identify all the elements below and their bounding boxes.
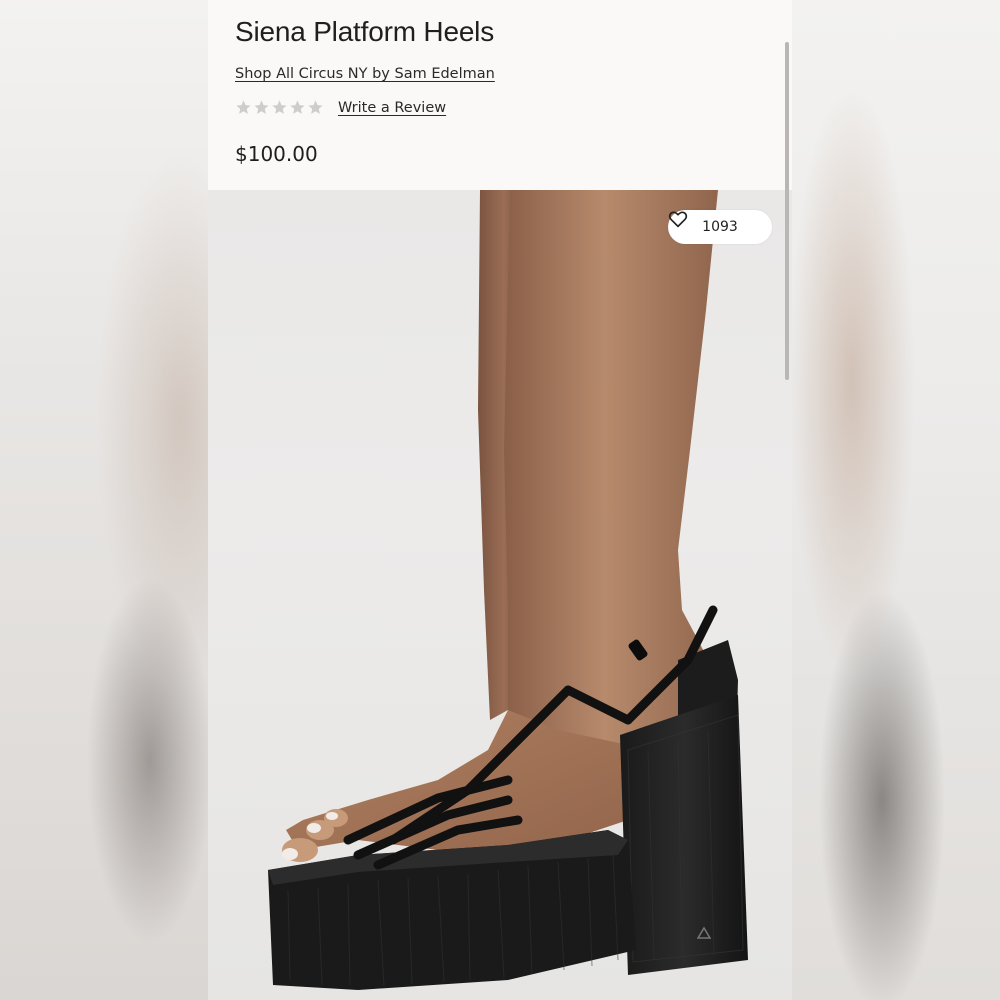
star-icon [272,100,287,114]
shop-brand-link[interactable]: Shop All Circus NY by Sam Edelman [235,66,495,82]
star-icon [236,100,251,114]
backdrop-right-blur [792,0,1000,1000]
product-header: Siena Platform Heels Shop All Circus NY … [208,0,792,190]
product-title: Siena Platform Heels [235,16,495,47]
star-icon [308,100,323,114]
star-icon [290,100,305,114]
write-review-link[interactable]: Write a Review [338,100,446,116]
sandal-photo [268,190,748,990]
product-image[interactable]: 1093 [208,190,792,1000]
backdrop-left-blur [0,0,208,1000]
rating-row: Write a Review [235,99,446,116]
star-icon [254,100,269,114]
like-button[interactable]: 1093 [668,210,772,244]
like-count: 1093 [702,219,738,235]
star-rating [235,99,324,116]
heart-outline-icon [668,211,688,228]
product-page: Siena Platform Heels Shop All Circus NY … [208,0,792,1000]
product-price: $100.00 [235,142,318,166]
scrollbar-thumb[interactable] [785,42,789,380]
